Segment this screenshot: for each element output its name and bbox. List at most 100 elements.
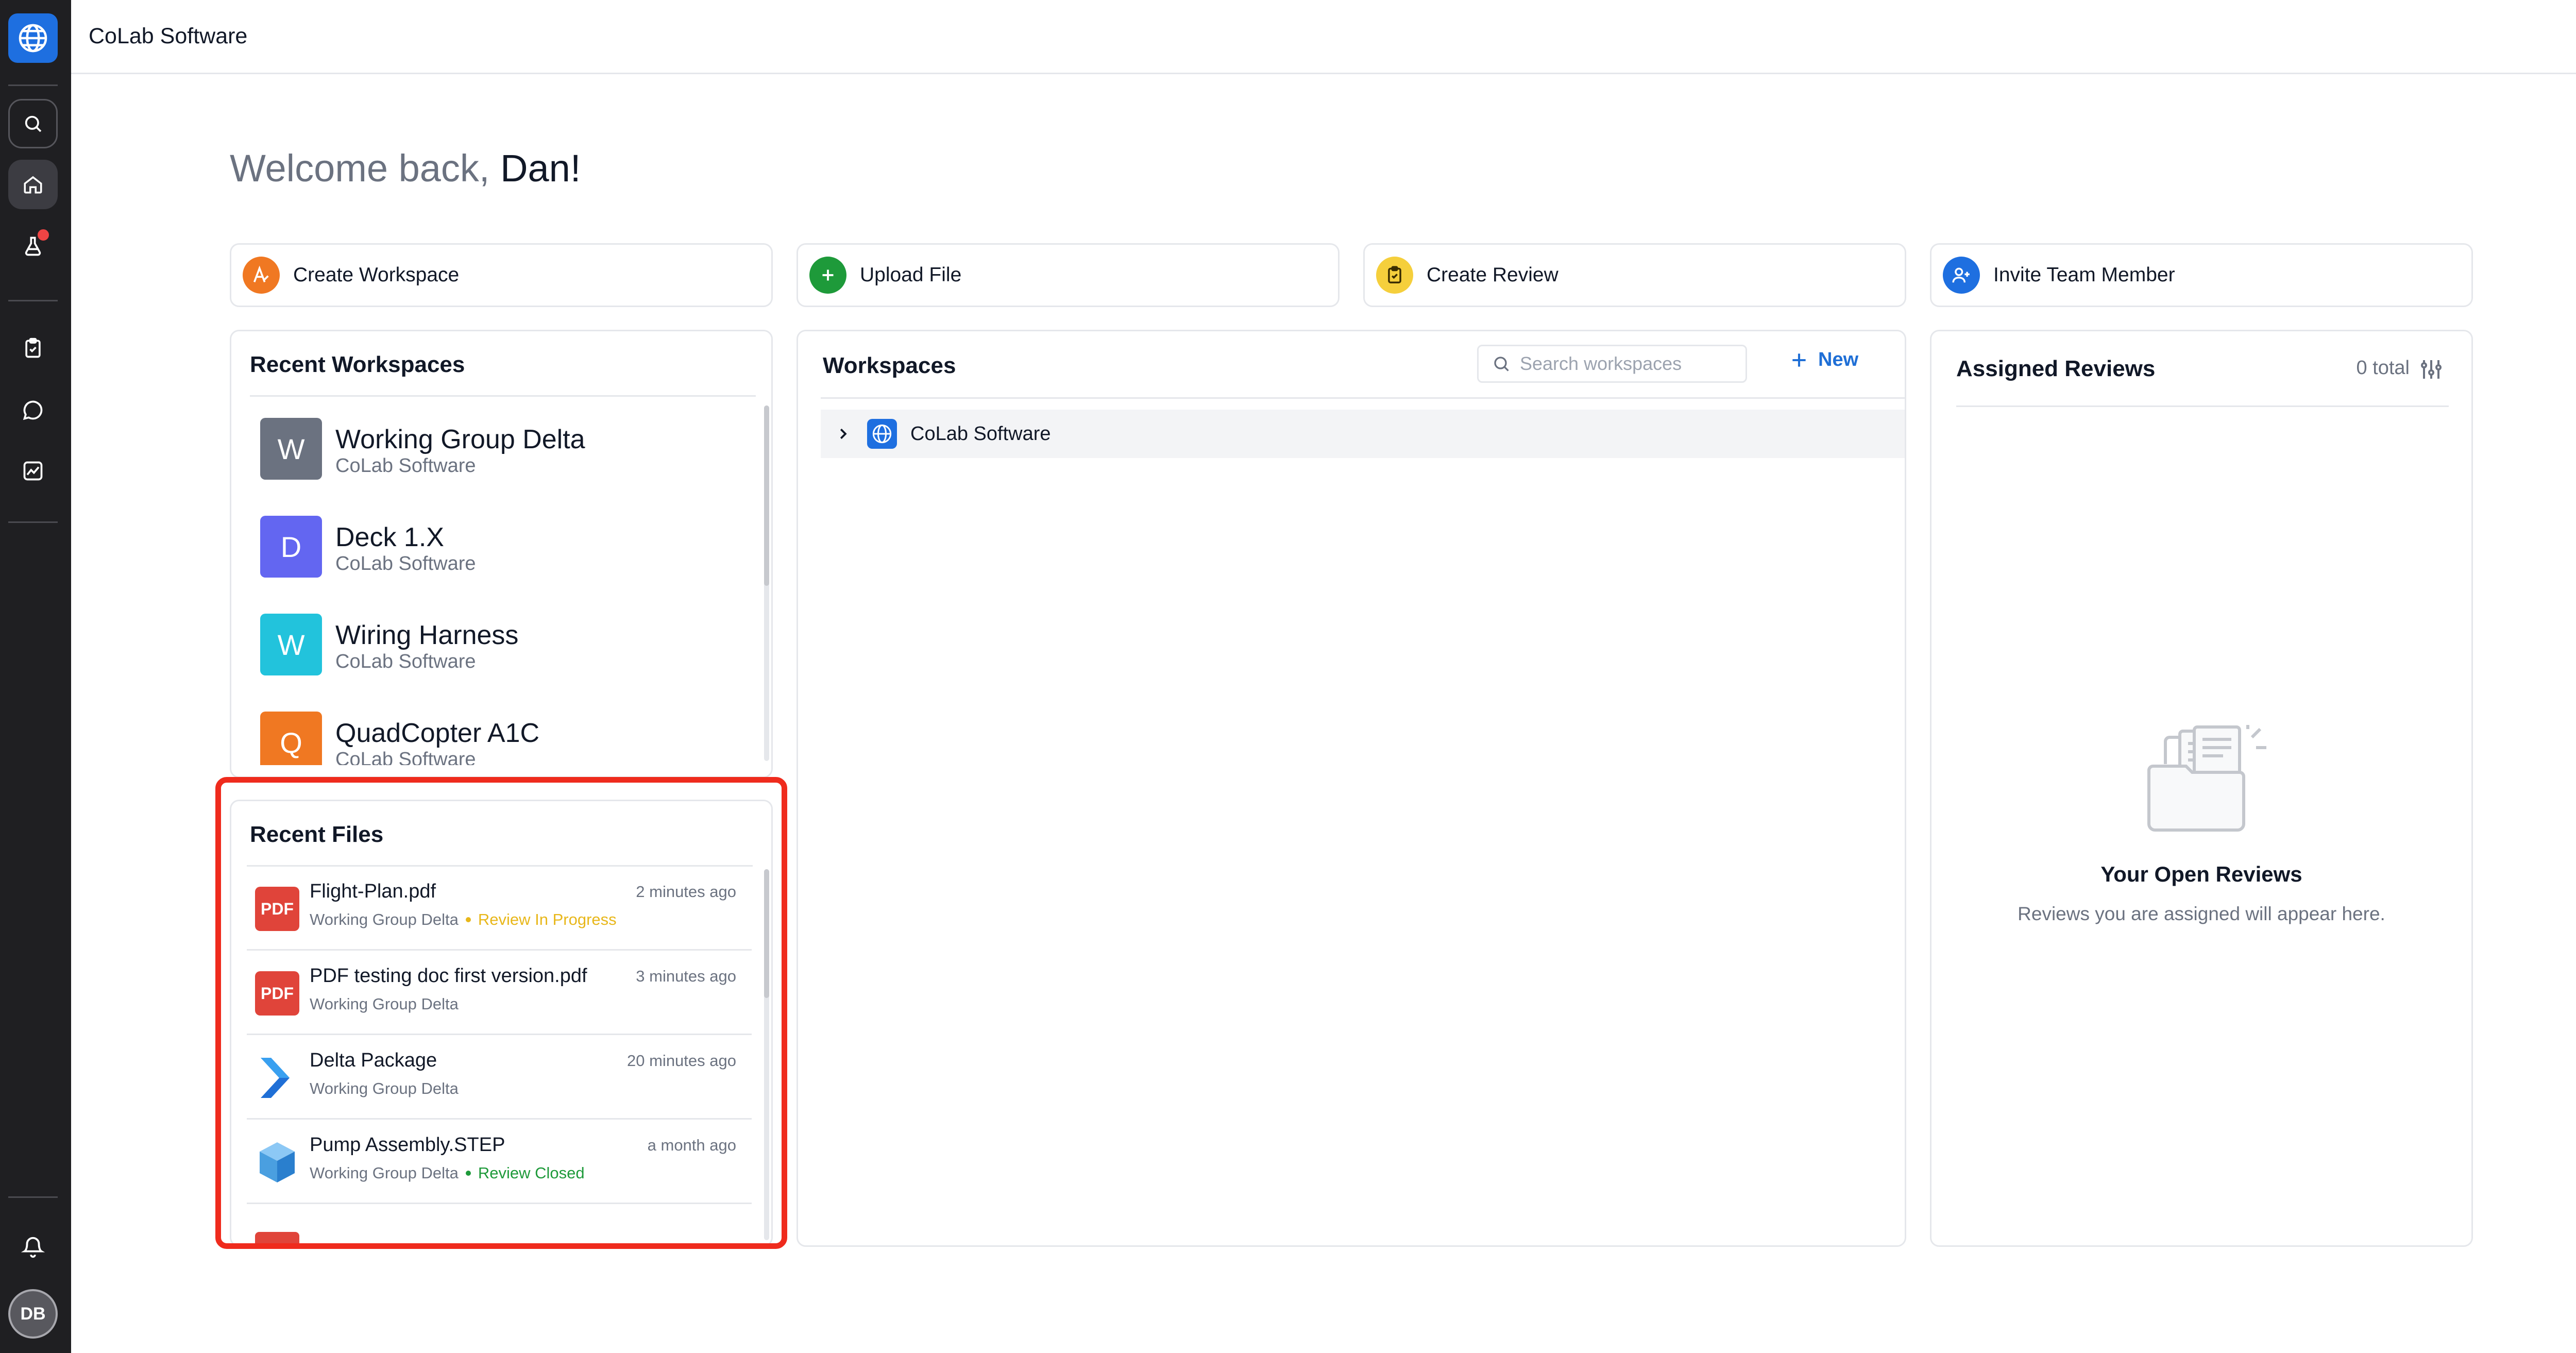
workspace-name: QuadCopter A1C: [335, 718, 540, 748]
welcome-heading: Welcome back, Dan!: [230, 146, 581, 190]
file-meta: Working Group Delta Review In Progress: [310, 910, 617, 929]
file-meta: Working Group Delta: [310, 995, 459, 1013]
invite-team-member-button[interactable]: Invite Team Member: [1930, 243, 2473, 307]
workspaces-card: Workspaces Search workspaces New CoLab S…: [796, 330, 1906, 1247]
bell-icon: [21, 1237, 45, 1258]
rail-divider: [8, 84, 58, 86]
workspace-org: CoLab Software: [335, 651, 476, 672]
chevron-right-icon[interactable]: [835, 426, 851, 442]
top-bar: CoLab Software: [71, 0, 2576, 74]
scrollbar[interactable]: [764, 869, 769, 1240]
file-row[interactable]: PDF PDF testing doc first version.pdf Wo…: [247, 951, 752, 1035]
workspace-tree-label: CoLab Software: [910, 422, 1051, 445]
notification-dot: [36, 228, 50, 242]
left-rail: DB: [0, 0, 71, 1353]
tasks-button[interactable]: [8, 222, 58, 271]
file-time: 2 minutes ago: [636, 883, 736, 901]
reviews-count: 0 total: [2356, 357, 2410, 379]
file-row[interactable]: Delta Package Working Group Delta 20 min…: [247, 1035, 752, 1120]
workspace-org: CoLab Software: [335, 749, 476, 765]
workspace-item[interactable]: W Wiring Harness CoLab Software: [250, 614, 755, 678]
workspace-avatar: W: [260, 614, 322, 675]
home-button[interactable]: [8, 160, 58, 209]
workspace-avatar: D: [260, 516, 322, 578]
empty-state-title: Your Open Reviews: [2100, 862, 2302, 886]
create-review-button[interactable]: Create Review: [1363, 243, 1906, 307]
assigned-reviews-title: Assigned Reviews: [1956, 356, 2156, 381]
notifications-button[interactable]: [8, 1222, 58, 1272]
clipboard-check-icon: [25, 337, 41, 358]
workspace-item[interactable]: W Working Group Delta CoLab Software: [250, 418, 755, 482]
pdf-file-icon: PDF: [255, 971, 299, 1016]
file-workspace: Working Group Delta: [310, 1079, 459, 1097]
upload-file-button[interactable]: Upload File: [796, 243, 1340, 307]
package-icon: [255, 1056, 299, 1100]
recent-workspaces-list: W Working Group Delta CoLab Software D D…: [231, 401, 767, 765]
workspace-tree-item[interactable]: CoLab Software: [821, 410, 1905, 458]
reviews-button[interactable]: [8, 324, 58, 373]
assigned-reviews-card: Assigned Reviews 0 total Your Open Revie…: [1930, 330, 2473, 1247]
action-label: Create Workspace: [293, 264, 460, 286]
empty-folder-icon: [2147, 725, 2266, 832]
file-meta: Working Group Delta Review Closed: [310, 1164, 585, 1182]
workspace-name: Working Group Delta: [335, 425, 585, 454]
workspace-org: CoLab Software: [335, 553, 476, 574]
chart-image-icon: [23, 461, 43, 481]
workspace-name: Deck 1.X: [335, 522, 444, 552]
search-icon: [25, 115, 42, 132]
file-status: Review Closed: [478, 1164, 585, 1182]
divider: [821, 397, 1905, 399]
file-name: Delta Package: [310, 1050, 437, 1071]
workspace-avatar: Q: [260, 712, 322, 765]
action-label: Invite Team Member: [1993, 264, 2175, 286]
workspace-item[interactable]: Q QuadCopter A1C CoLab Software: [250, 712, 755, 765]
rail-divider: [8, 521, 58, 523]
scrollbar[interactable]: [764, 405, 769, 761]
plus-icon: [1792, 353, 1806, 367]
divider: [1956, 405, 2449, 407]
search-icon: [1494, 357, 1509, 371]
workspace-avatar: W: [260, 418, 322, 480]
file-workspace: Working Group Delta: [310, 1164, 459, 1182]
welcome-greeting: Welcome back,: [230, 147, 490, 190]
pdf-file-icon: PDF: [255, 887, 299, 931]
workspace-item[interactable]: D Deck 1.X CoLab Software: [250, 516, 755, 580]
action-label: Create Review: [1427, 264, 1558, 286]
file-name: PDF testing doc first version.pdf: [310, 965, 587, 987]
welcome-user-name: Dan!: [500, 147, 581, 190]
cube-model-icon: [255, 1140, 299, 1185]
scrollbar-thumb[interactable]: [764, 405, 769, 586]
rail-divider: [8, 300, 58, 301]
file-row[interactable]: Pump Assembly.STEP Working Group Delta Re…: [247, 1120, 752, 1204]
filter-sliders-icon[interactable]: [2419, 357, 2444, 382]
create-workspace-button[interactable]: Create Workspace: [230, 243, 773, 307]
user-avatar[interactable]: DB: [8, 1289, 58, 1339]
file-status: Review In Progress: [478, 910, 617, 928]
org-title: CoLab Software: [89, 24, 248, 48]
review-clipboard-icon: [1376, 257, 1413, 294]
file-name: Flight-Plan.pdf: [310, 881, 436, 902]
file-row[interactable]: PDF Flight-Plan.pdf Working Group Delta R…: [247, 866, 752, 951]
file-time: 20 minutes ago: [627, 1052, 736, 1070]
globe-icon: [867, 419, 897, 449]
file-time: a month ago: [647, 1136, 736, 1154]
scrollbar-thumb[interactable]: [764, 869, 769, 998]
empty-state-text: Reviews you are assigned will appear her…: [2018, 903, 2385, 924]
file-time: 3 minutes ago: [636, 967, 736, 985]
create-workspace-icon: [243, 257, 280, 294]
workspace-name: Wiring Harness: [335, 620, 519, 650]
comments-button[interactable]: [8, 385, 58, 435]
recent-workspaces-title: Recent Workspaces: [250, 352, 465, 377]
add-user-icon: [1943, 257, 1980, 294]
search-button[interactable]: [8, 99, 58, 148]
analytics-button[interactable]: [8, 446, 58, 496]
recent-files-title: Recent Files: [250, 822, 384, 847]
globe-logo-icon[interactable]: [8, 13, 58, 63]
plus-icon: [809, 257, 846, 294]
new-workspace-button[interactable]: New: [1789, 349, 1858, 371]
search-workspaces-input[interactable]: Search workspaces: [1477, 345, 1747, 383]
chat-bubble-icon: [23, 400, 43, 420]
new-button-label: New: [1818, 349, 1859, 370]
file-meta: Working Group Delta: [310, 1079, 459, 1098]
workspace-org: CoLab Software: [335, 455, 476, 477]
